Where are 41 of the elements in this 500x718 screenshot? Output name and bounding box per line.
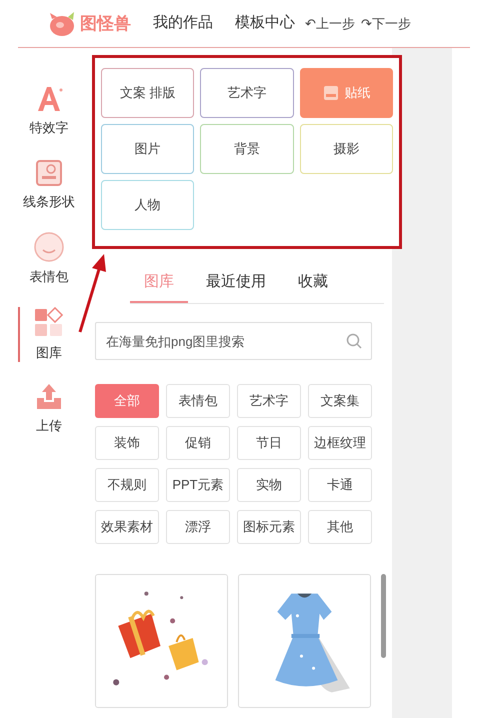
tag-chip[interactable]: 文案集 [308,384,372,418]
nav-link[interactable]: 我的作品 [153,12,213,35]
tag-chip[interactable]: 效果素材 [95,510,159,544]
tag-chip[interactable]: PPT元素 [166,468,230,502]
tag-chip[interactable]: 其他 [308,510,372,544]
category-button[interactable]: 背景 [200,124,294,174]
smiley-icon [33,231,65,263]
tab[interactable]: 最近使用 [192,263,280,303]
sidebar-item[interactable]: 线条形状 [18,158,78,211]
undo-button[interactable]: ↶上一步 [305,14,355,34]
sidebar-item[interactable]: 图库 [18,306,78,362]
category-button[interactable]: 摄影 [300,124,393,174]
sidebar-item[interactable]: 特效字 [18,84,78,138]
sticker-icon [322,84,340,102]
category-button[interactable]: 图片 [101,124,194,174]
tag-chip[interactable]: 节日 [237,426,301,460]
tag-chip[interactable]: 图标元素 [237,510,301,544]
nav-link[interactable]: 模板中心 [235,12,295,35]
search-icon[interactable] [346,333,362,349]
tag-chip[interactable]: 艺术字 [237,384,301,418]
tag-chip[interactable]: 实物 [237,468,301,502]
tag-chip[interactable]: 不规则 [95,468,159,502]
category-button[interactable]: 文案 排版 [101,68,194,118]
search-field[interactable]: 在海量免扣png图里搜索 [95,322,372,360]
pig-logo-icon [48,10,76,36]
upload-icon [34,382,64,412]
gallery-icon [33,306,65,338]
sidebar-item[interactable]: 上传 [18,382,78,436]
tag-chip[interactable]: 卡通 [308,468,372,502]
tag-chip[interactable]: 边框纹理 [308,426,372,460]
scrollbar-thumb[interactable] [381,574,386,658]
tag-chip[interactable]: 表情包 [166,384,230,418]
redo-button[interactable]: ↷下一步 [361,14,411,34]
tag-chip[interactable]: 促销 [166,426,230,460]
tab[interactable]: 收藏 [284,263,342,303]
tag-chip[interactable]: 装饰 [95,426,159,460]
sidebar-item[interactable]: 表情包 [18,231,78,286]
category-button[interactable]: 人物 [101,180,194,230]
category-button[interactable]: 艺术字 [200,68,294,118]
shapes-card-icon [34,158,64,188]
tag-chip[interactable]: 漂浮 [166,510,230,544]
